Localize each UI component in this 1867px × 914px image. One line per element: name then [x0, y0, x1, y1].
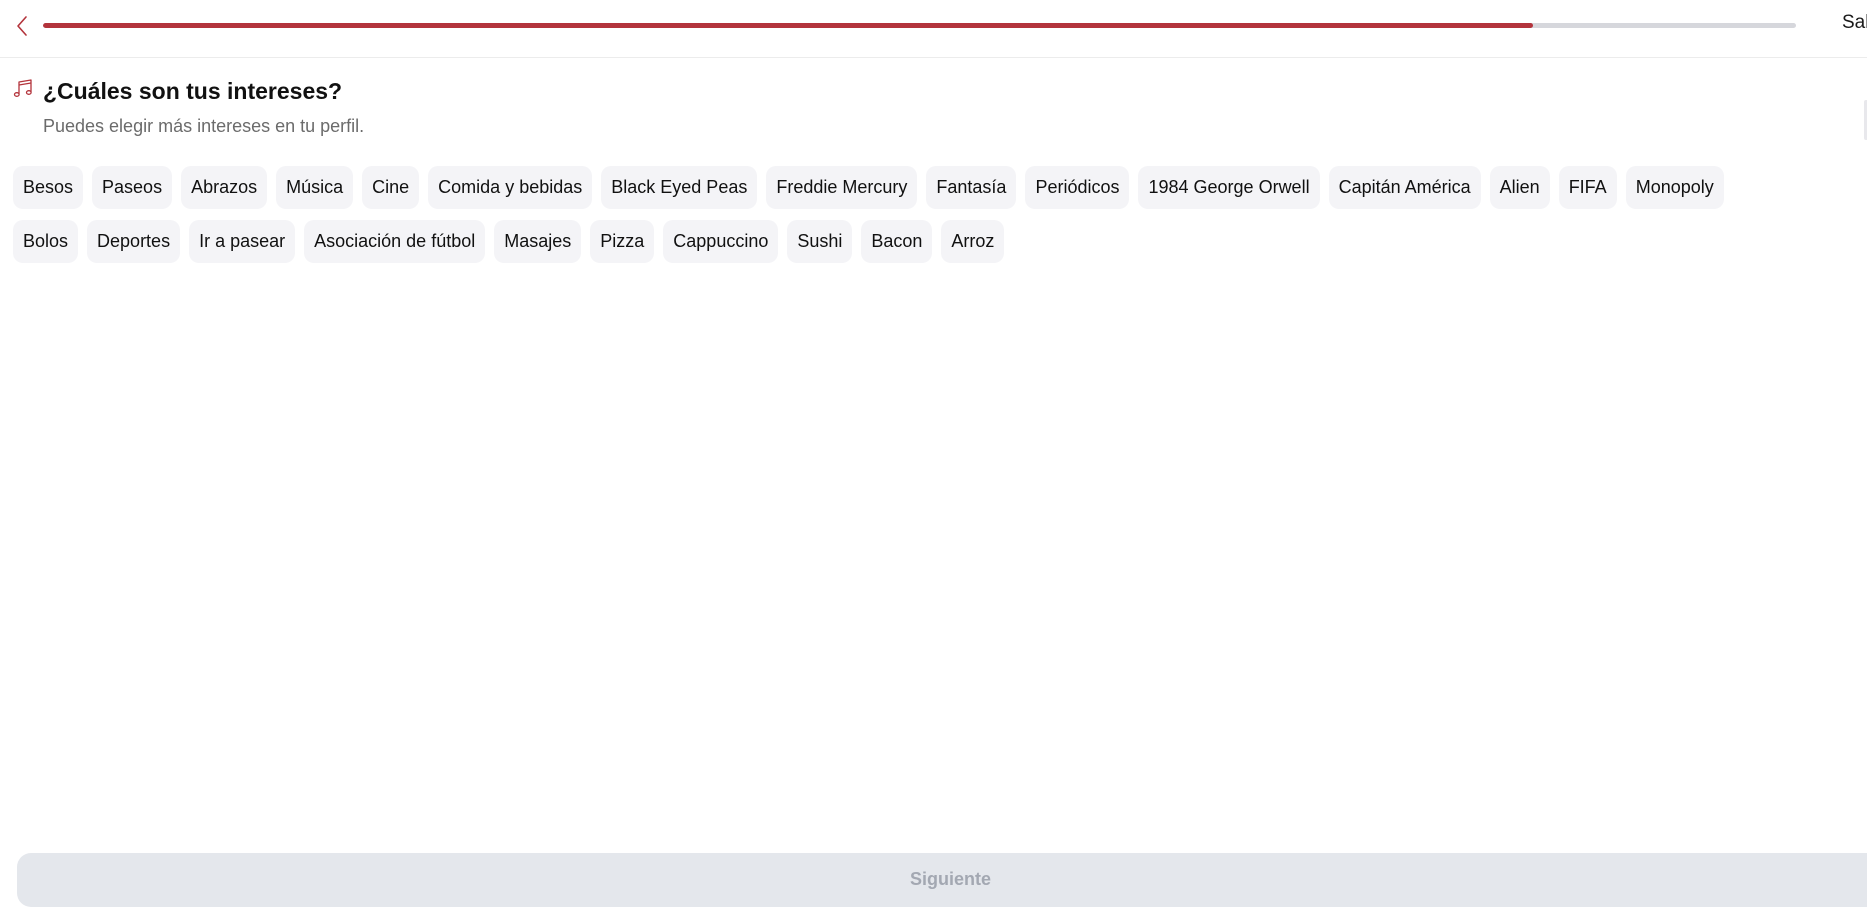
interest-row-1: Besos Paseos Abrazos Música Cine Comida … — [13, 166, 1724, 209]
page-title: ¿Cuáles son tus intereses? — [43, 78, 343, 104]
progress-bar — [43, 23, 1796, 28]
interest-chip[interactable]: Alien — [1489, 166, 1550, 209]
interest-chip[interactable]: Sushi — [787, 220, 853, 263]
interest-chip[interactable]: Paseos — [92, 166, 173, 209]
interest-chip[interactable]: Cappuccino — [663, 220, 779, 263]
back-button[interactable] — [10, 14, 34, 38]
interest-chip[interactable]: Pizza — [590, 220, 655, 263]
interest-row-2: Bolos Deportes Ir a pasear Asociación de… — [13, 220, 1005, 263]
page-subtitle: Puedes elegir más intereses en tu perfil… — [43, 116, 365, 136]
interest-chip[interactable]: Arroz — [941, 220, 1005, 263]
skip-link[interactable]: Sal — [1842, 12, 1867, 34]
interest-chip[interactable]: Black Eyed Peas — [601, 166, 758, 209]
interest-chip[interactable]: Asociación de fútbol — [304, 220, 486, 263]
interest-chip[interactable]: Freddie Mercury — [766, 166, 918, 209]
interest-chip[interactable]: Cine — [362, 166, 420, 209]
interest-chip[interactable]: FIFA — [1558, 166, 1617, 209]
interest-chip[interactable]: Besos — [13, 166, 84, 209]
interest-chip[interactable]: Capitán América — [1328, 166, 1481, 209]
interest-chip[interactable]: Masajes — [494, 220, 582, 263]
interest-chip[interactable]: Música — [276, 166, 354, 209]
next-button[interactable]: Siguiente — [17, 853, 1867, 907]
interest-chip[interactable]: Bolos — [13, 220, 79, 263]
interest-chip[interactable]: Monopoly — [1625, 166, 1724, 209]
interest-chip[interactable]: Comida y bebidas — [428, 166, 593, 209]
progress-bar-fill — [43, 23, 1534, 28]
interest-chip[interactable]: 1984 George Orwell — [1138, 166, 1320, 209]
interest-chip[interactable]: Deportes — [87, 220, 181, 263]
interest-chip[interactable]: Fantasía — [926, 166, 1017, 209]
chevron-left-icon — [17, 16, 27, 36]
music-note-icon — [13, 79, 32, 97]
interest-chip[interactable]: Bacon — [861, 220, 933, 263]
interest-chip[interactable]: Ir a pasear — [189, 220, 296, 263]
next-button-label: Siguiente — [910, 869, 992, 889]
interest-chip[interactable]: Abrazos — [181, 166, 268, 209]
top-bar: Sal — [0, 0, 1867, 58]
interest-chip[interactable]: Periódicos — [1025, 166, 1130, 209]
